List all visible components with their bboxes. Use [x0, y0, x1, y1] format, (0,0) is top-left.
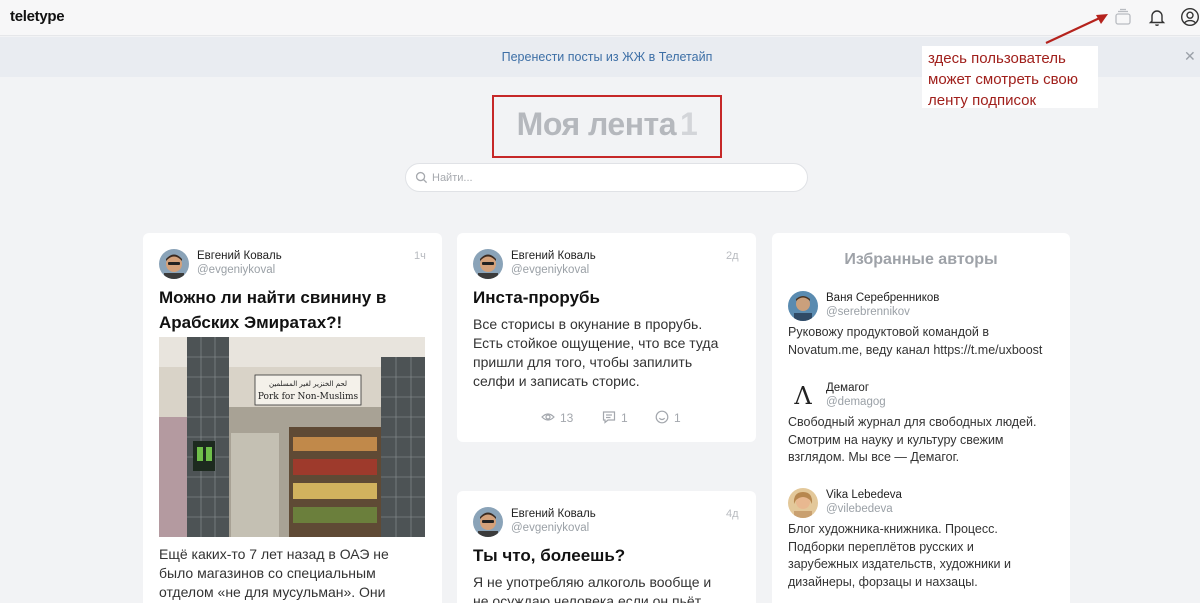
avatar[interactable] — [788, 291, 818, 321]
author-name[interactable]: Евгений Коваль — [511, 250, 596, 262]
comments-stat[interactable]: 1 — [602, 410, 628, 425]
post-title[interactable]: Инста-прорубь — [473, 285, 743, 310]
post-title-line: Ты что, болеешь? — [473, 546, 626, 565]
search-icon — [415, 171, 428, 184]
annotation-arrow — [1045, 14, 1108, 44]
author-handle[interactable]: @evgeniykoval — [197, 264, 275, 276]
author-handle[interactable]: @evgeniykoval — [511, 264, 589, 276]
avatar[interactable]: Λ — [788, 381, 818, 411]
annotation-line: здесь пользователь — [928, 50, 1066, 67]
search-input[interactable] — [432, 169, 792, 187]
author-description-line: зарубежных издательств, художники и — [788, 557, 1011, 571]
post-title[interactable]: Можно ли найти свинину в Арабских Эмират… — [159, 285, 429, 335]
top-bar: teletype — [0, 0, 1200, 36]
reactions-count: 1 — [674, 411, 681, 425]
post-card[interactable]: Евгений Коваль @evgeniykoval 1ч Можно ли… — [143, 233, 442, 603]
post-text: Ещё каких-то 7 лет назад в ОАЭ не было м… — [159, 545, 429, 602]
views-count: 13 — [560, 411, 574, 425]
image-sign-text: Pork for Non-Muslims — [258, 392, 359, 402]
smile-icon — [655, 410, 669, 424]
avatar[interactable] — [788, 488, 818, 518]
post-title-line: Можно ли найти свинину в — [159, 288, 387, 307]
avatar[interactable] — [473, 249, 503, 279]
author-description-line: Novatum.me, веду канал https://t.me/uxbo… — [788, 342, 1043, 357]
post-text-line: было магазинов со специальным — [159, 565, 376, 581]
post-text: Все сторисы в окунание в прорубь. Есть с… — [473, 315, 748, 391]
avatar[interactable] — [473, 507, 503, 537]
author-handle[interactable]: @vilebedeva — [826, 503, 893, 515]
author-description-line: взглядом. Мы все — Демагог. — [788, 450, 960, 464]
post-card[interactable]: Евгений Коваль @evgeniykoval 4д Ты что, … — [457, 491, 756, 603]
user-icon[interactable] — [1180, 7, 1200, 27]
author-description-line: Подборки переплётов русских и — [788, 539, 974, 554]
demagog-logo: Λ — [794, 382, 812, 410]
post-time: 1ч — [414, 250, 426, 262]
post-text: Я не употребляю алкоголь вообще и не осу… — [473, 573, 748, 603]
comment-icon — [602, 411, 616, 424]
comments-count: 1 — [621, 411, 628, 425]
post-card[interactable]: Евгений Коваль @evgeniykoval 2д Инста-пр… — [457, 233, 756, 442]
post-image[interactable]: لحم الخنزير لغير المسلمين Pork for Non-M… — [159, 337, 425, 537]
post-text-line: пришли для того, чтобы запилить — [473, 354, 693, 370]
author-description-line: дизайнеры, форзацы и нахзацы. — [788, 574, 978, 589]
author-handle[interactable]: @evgeniykoval — [511, 522, 589, 534]
author-description-line: Смотрим на науку и культуру свежим — [788, 432, 1004, 447]
author-name[interactable]: Vika Lebedeva — [826, 489, 902, 501]
close-icon[interactable]: ✕ — [1184, 48, 1196, 65]
author-name[interactable]: Евгений Коваль — [511, 508, 596, 520]
bell-icon[interactable] — [1147, 7, 1167, 27]
favorite-authors-title: Избранные авторы — [844, 251, 998, 268]
post-text-line: Есть стойкое ощущение, что все туда — [473, 335, 719, 351]
author-name[interactable]: Демагог — [826, 382, 869, 394]
post-title-line: Арабских Эмиратах?! — [159, 313, 343, 332]
logo[interactable]: teletype — [10, 8, 65, 25]
post-title[interactable]: Ты что, болеешь? — [473, 543, 743, 568]
supermarket-photo: لحم الخنزير لغير المسلمين Pork for Non-M… — [159, 337, 425, 537]
annotation-line: может смотреть свою — [928, 71, 1079, 88]
author-description: Свободный журнал для свободных людей. См… — [788, 414, 1068, 467]
author-description: Блог художника-книжника. Процесс. Подбор… — [788, 521, 1068, 591]
eye-icon — [541, 413, 555, 421]
post-text-line: Ещё каких-то 7 лет назад в ОАЭ не — [159, 546, 389, 562]
views-stat[interactable]: 13 — [541, 410, 573, 425]
author-handle[interactable]: @serebrennikov — [826, 306, 910, 318]
post-time: 4д — [726, 508, 739, 520]
author-description-line: Блог художника-книжника. Процесс. — [788, 522, 998, 536]
svg-text:لحم الخنزير لغير المسلمين: لحم الخنزير لغير المسلمين — [269, 380, 347, 388]
author-name[interactable]: Евгений Коваль — [197, 250, 282, 262]
author-description-line: Руковожу продуктовой командой в — [788, 325, 990, 339]
avatar[interactable] — [159, 249, 189, 279]
post-text-line: не осуждаю человека если он пьёт — [473, 593, 702, 603]
author-handle[interactable]: @demagog — [826, 396, 886, 408]
search-bar[interactable] — [405, 163, 808, 192]
author-description: Руковожу продуктовой командой в Novatum.… — [788, 324, 1068, 359]
post-time: 2д — [726, 250, 739, 262]
title-highlight-box — [492, 95, 722, 158]
reactions-stat[interactable]: 1 — [655, 410, 681, 425]
post-text-line: Все сторисы в окунание в прорубь. — [473, 316, 703, 332]
author-description-line: Свободный журнал для свободных людей. — [788, 415, 1037, 429]
favorite-authors-panel: Избранные авторы Ваня Серебренников @ser… — [772, 233, 1070, 603]
annotation-note: здесь пользователь может смотреть свою л… — [922, 46, 1098, 109]
post-text-line: отделом «не для мусульман». Они — [159, 584, 386, 600]
author-name[interactable]: Ваня Серебренников — [826, 292, 939, 304]
post-text-line: Я не употребляю алкоголь вообще и — [473, 574, 712, 590]
post-text-line: селфи и записать сторис. — [473, 373, 640, 389]
post-title-line: Инста-прорубь — [473, 288, 600, 307]
